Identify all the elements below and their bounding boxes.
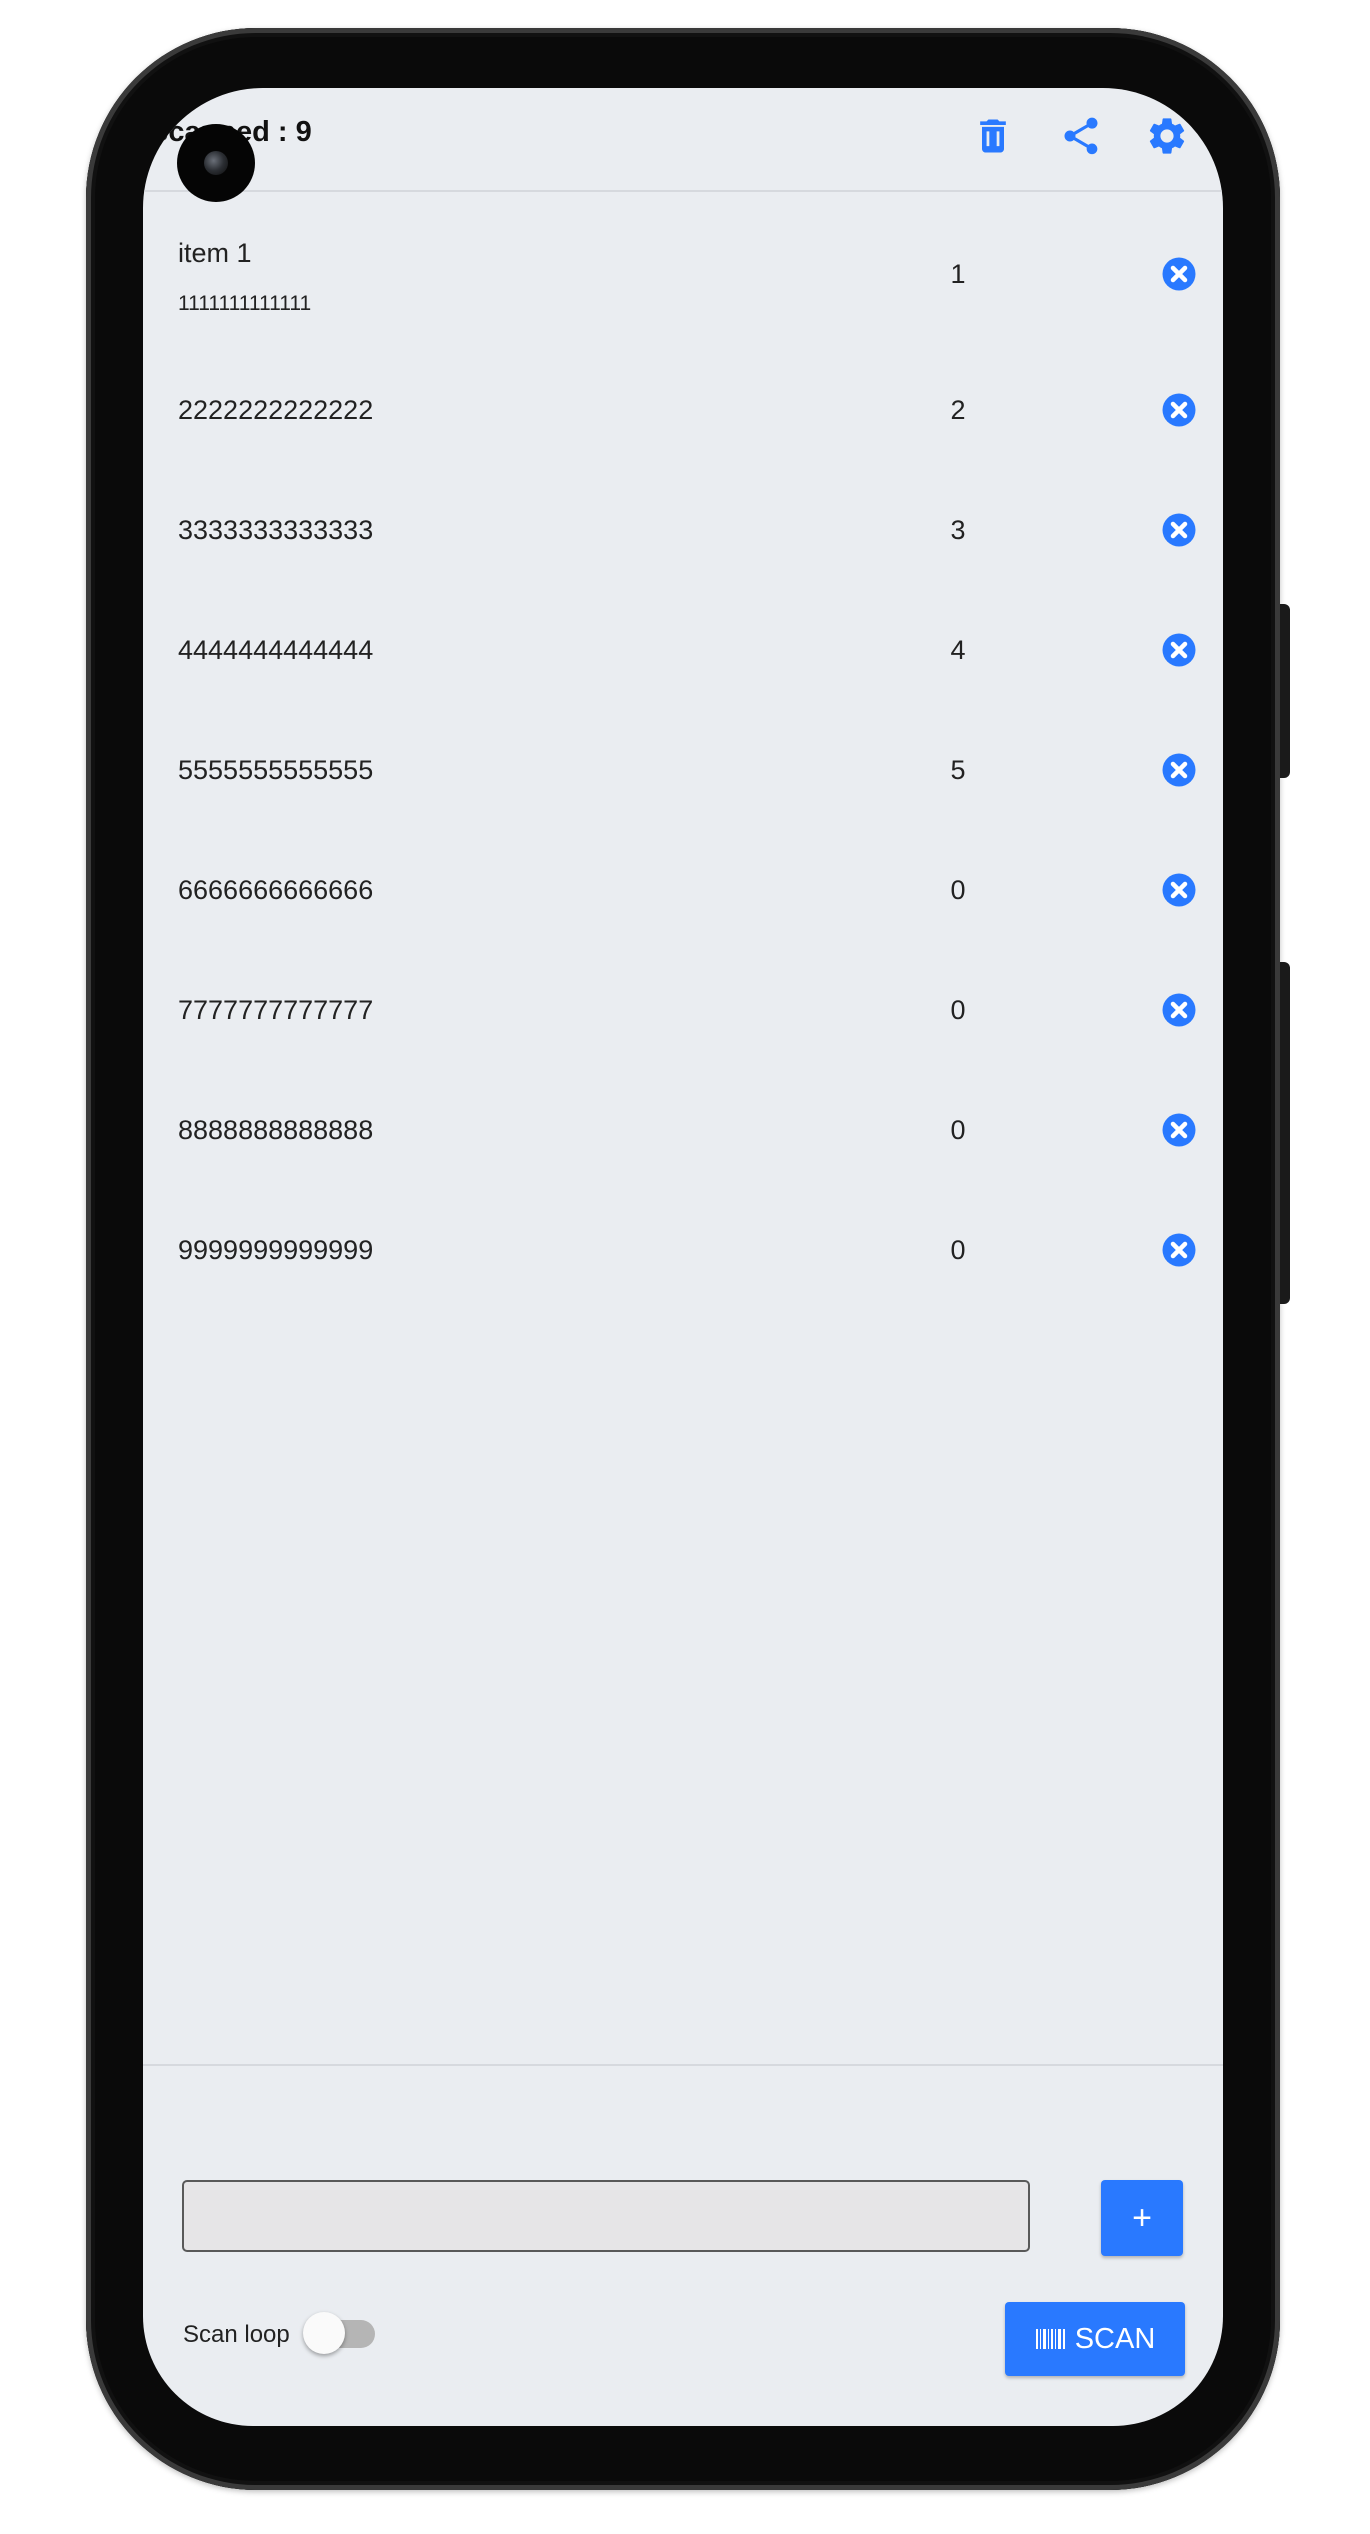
trash-icon[interactable] — [971, 114, 1015, 158]
remove-item-icon[interactable] — [1161, 752, 1197, 788]
barcode-icon — [1035, 2329, 1065, 2349]
list-item[interactable]: 5555555555555 5 — [143, 710, 1223, 830]
item-quantity: 0 — [950, 875, 966, 905]
item-quantity: 3 — [950, 515, 966, 545]
item-code: 5555555555555 — [178, 755, 374, 785]
barcode-input[interactable] — [182, 2180, 1030, 2252]
remove-item-icon[interactable] — [1161, 392, 1197, 428]
item-code: 2222222222222 — [178, 395, 374, 425]
gear-icon[interactable] — [1145, 114, 1189, 158]
footer-divider — [143, 2064, 1223, 2066]
app-header: Scanned : 9 — [143, 88, 1223, 192]
item-code: 8888888888888 — [178, 1115, 374, 1145]
remove-item-icon[interactable] — [1161, 256, 1197, 292]
scan-loop-toggle[interactable] — [303, 2312, 379, 2356]
toggle-knob — [303, 2312, 345, 2354]
item-quantity: 4 — [950, 635, 966, 665]
list-item[interactable]: item 1 1111111111111 1 — [143, 192, 1223, 350]
list-item[interactable]: 2222222222222 2 — [143, 350, 1223, 470]
remove-item-icon[interactable] — [1161, 1232, 1197, 1268]
item-quantity: 5 — [950, 755, 966, 785]
list-item[interactable]: 4444444444444 4 — [143, 590, 1223, 710]
power-button — [1280, 604, 1290, 778]
front-camera — [177, 124, 255, 202]
list-item[interactable]: 9999999999999 0 — [143, 1190, 1223, 1310]
item-quantity: 2 — [950, 395, 966, 425]
item-code: 3333333333333 — [178, 515, 374, 545]
scan-loop-label: Scan loop — [183, 2321, 290, 2348]
item-quantity: 1 — [950, 259, 966, 289]
remove-item-icon[interactable] — [1161, 872, 1197, 908]
list-item[interactable]: 8888888888888 0 — [143, 1070, 1223, 1190]
item-quantity: 0 — [950, 995, 966, 1025]
volume-button — [1280, 962, 1290, 1304]
list-item[interactable]: 6666666666666 0 — [143, 830, 1223, 950]
list-item[interactable]: 7777777777777 0 — [143, 950, 1223, 1070]
item-code: 9999999999999 — [178, 1235, 374, 1265]
item-code: 7777777777777 — [178, 995, 374, 1025]
remove-item-icon[interactable] — [1161, 1112, 1197, 1148]
add-button[interactable]: + — [1101, 2180, 1183, 2256]
scan-button-label: SCAN — [1074, 2322, 1156, 2355]
item-code: 6666666666666 — [178, 875, 374, 905]
share-icon[interactable] — [1059, 114, 1103, 158]
item-quantity: 0 — [950, 1115, 966, 1145]
item-code: 1111111111111 — [178, 292, 312, 315]
remove-item-icon[interactable] — [1161, 992, 1197, 1028]
scanned-list: item 1 1111111111111 1 2222222222222 2 3… — [143, 192, 1223, 1310]
list-item[interactable]: 3333333333333 3 — [143, 470, 1223, 590]
app-screen: Scanned : 9 item 1 1111111111111 1 22222… — [143, 88, 1223, 2426]
item-quantity: 0 — [950, 1235, 966, 1265]
item-name: item 1 — [178, 238, 252, 268]
camera-lens — [204, 151, 228, 175]
item-code: 4444444444444 — [178, 635, 374, 665]
remove-item-icon[interactable] — [1161, 512, 1197, 548]
scan-button[interactable]: SCAN — [1005, 2302, 1185, 2376]
remove-item-icon[interactable] — [1161, 632, 1197, 668]
